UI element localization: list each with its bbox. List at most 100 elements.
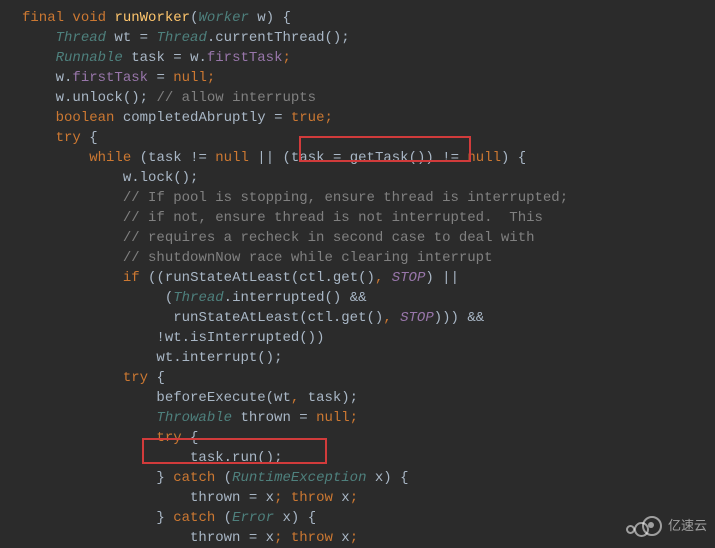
semi: ; (207, 70, 215, 86)
call-lock: lock (140, 170, 174, 186)
code-line: w.firstTask = null; (22, 68, 715, 88)
indent (22, 30, 56, 46)
paren: ( (224, 470, 232, 486)
semi: ; (350, 530, 358, 546)
op-assign: = (173, 50, 190, 66)
paren-brace: ) { (291, 510, 316, 526)
indent (22, 490, 190, 506)
cloud-dot-icon (648, 522, 654, 528)
kw-null: null (173, 70, 207, 86)
kw-throw: throw (291, 530, 341, 546)
var-w: w (56, 70, 64, 86)
var-wt: wt (156, 350, 173, 366)
call-interrupted: interrupted (232, 290, 324, 306)
indent (22, 510, 156, 526)
indent (22, 430, 156, 446)
indent (22, 70, 56, 86)
var-x: x (266, 490, 274, 506)
comment: // requires a recheck in second case to … (123, 230, 535, 246)
code-line: while (task != null || (task = getTask()… (22, 148, 715, 168)
comma: , (375, 270, 392, 286)
kw-null: null (467, 150, 501, 166)
type-worker: Worker (198, 10, 257, 26)
indent (22, 330, 156, 346)
paren: ( (224, 510, 232, 526)
indent (22, 450, 190, 466)
paren-brace: ) { (501, 150, 526, 166)
dot: . (131, 170, 139, 186)
code-line: runStateAtLeast(ctl.get(), STOP))) && (22, 308, 715, 328)
kw-final: final (22, 10, 72, 26)
op-assign: = (140, 30, 157, 46)
call-get: get (333, 270, 358, 286)
const-stop: STOP (392, 270, 426, 286)
dot: . (173, 350, 181, 366)
code-line: } catch (RuntimeException x) { (22, 468, 715, 488)
parens: () (324, 290, 349, 306)
indent (22, 50, 56, 66)
var-w: w (56, 90, 64, 106)
indent (22, 470, 156, 486)
watermark: 亿速云 (624, 516, 707, 536)
indent (22, 410, 156, 426)
op-assign: = (249, 530, 266, 546)
op-neq: != (190, 150, 215, 166)
call-runstateatleast: runStateAtLeast (173, 310, 299, 326)
indent (22, 90, 56, 106)
code-line: if ((runStateAtLeast(ctl.get(), STOP) || (22, 268, 715, 288)
brace: { (156, 370, 164, 386)
field-firsttask: firstTask (72, 70, 156, 86)
watermark-text: 亿速云 (668, 516, 707, 536)
comma: , (383, 310, 400, 326)
comma: , (291, 390, 308, 406)
expr: (task (283, 150, 333, 166)
kw-try: try (156, 430, 190, 446)
semi: ; (283, 50, 291, 66)
kw-if: if (123, 270, 148, 286)
comment: // If pool is stopping, ensure thread is… (123, 190, 568, 206)
parens-semi: (); (257, 450, 282, 466)
kw-null: null (316, 410, 350, 426)
type-runnable: Runnable (56, 50, 132, 66)
type-error: Error (232, 510, 282, 526)
call-gettask: getTask (350, 150, 409, 166)
var-x: x (341, 530, 349, 546)
parens-semi: (); (325, 30, 350, 46)
expr: (ctl (291, 270, 325, 286)
code-line: task.run(); (22, 448, 715, 468)
call-get: get (341, 310, 366, 326)
op-assign: = (299, 410, 316, 426)
var-completedabruptly: completedAbruptly (123, 110, 274, 126)
paren: ( (165, 290, 173, 306)
code-line: thrown = x; throw x; (22, 488, 715, 508)
code-line: final void runWorker(Worker w) { (22, 8, 715, 28)
code-line: thrown = x; throw x; (22, 528, 715, 548)
kw-throw: throw (291, 490, 341, 506)
call-currentthread: currentThread (215, 30, 324, 46)
semi: ; (324, 110, 332, 126)
kw-null: null (215, 150, 257, 166)
var-w: w (123, 170, 131, 186)
parens: (); (123, 90, 157, 106)
call-interrupt: interrupt (182, 350, 258, 366)
parens-semi: (); (257, 350, 282, 366)
op-and: && (350, 290, 367, 306)
call-isinterrupted: isInterrupted (190, 330, 299, 346)
code-line: (Thread.interrupted() && (22, 288, 715, 308)
indent (22, 390, 156, 406)
dot: . (198, 50, 206, 66)
indent (22, 150, 89, 166)
kw-catch: catch (173, 510, 223, 526)
code-line: beforeExecute(wt, task); (22, 388, 715, 408)
dot: . (224, 450, 232, 466)
semi: ; (350, 410, 358, 426)
dot: . (182, 330, 190, 346)
var-task: task (131, 50, 173, 66)
call-runstateatleast: runStateAtLeast (165, 270, 291, 286)
var-wt: wt (165, 330, 182, 346)
indent (22, 110, 56, 126)
code-line: !wt.isInterrupted()) (22, 328, 715, 348)
cloud-dot2-icon (626, 525, 635, 534)
var-x: x (341, 490, 349, 506)
type-runtimeexception: RuntimeException (232, 470, 375, 486)
